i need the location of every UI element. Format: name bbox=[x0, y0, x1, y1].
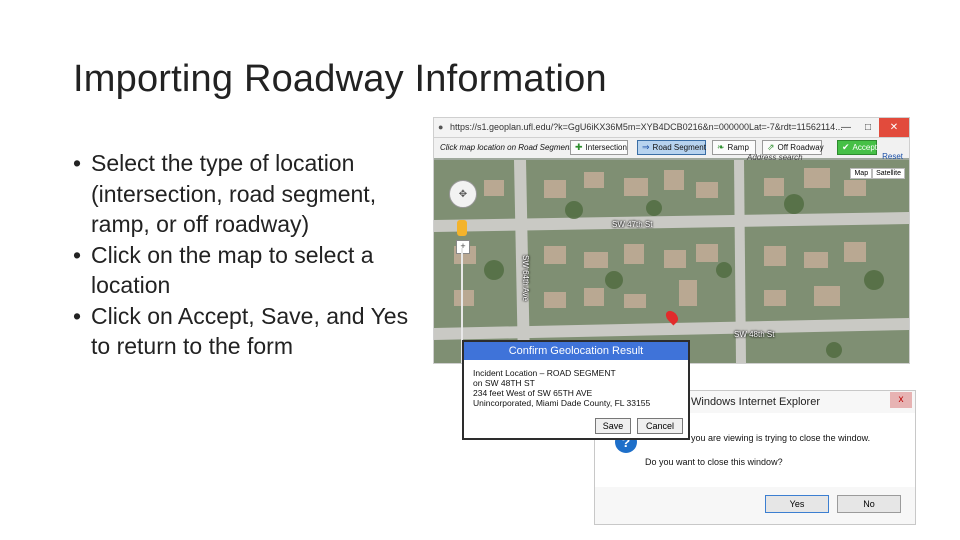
confirm-dialog-body: Incident Location – ROAD SEGMENT on SW 4… bbox=[473, 368, 650, 408]
road-segment-button[interactable]: ⇒ Road Segment bbox=[637, 140, 706, 155]
map-type-control: Map Satellite bbox=[850, 168, 905, 179]
save-button[interactable]: Save bbox=[595, 418, 631, 434]
ie-dialog-title: Windows Internet Explorer bbox=[691, 396, 820, 408]
reset-link[interactable]: Reset bbox=[882, 152, 903, 161]
street-label: SW 64th Ave bbox=[521, 255, 530, 302]
street-label: SW 47th St bbox=[612, 220, 653, 229]
browser-window: ● https://s1.geoplan.ufl.edu/?k=GgU6iKX3… bbox=[433, 117, 910, 364]
address-bar[interactable]: ● https://s1.geoplan.ufl.edu/?k=GgU6iKX3… bbox=[434, 118, 909, 138]
check-icon: ✔ bbox=[842, 142, 850, 152]
confirm-dialog-title: Confirm Geolocation Result bbox=[464, 342, 688, 360]
off-roadway-label: Off Roadway bbox=[777, 143, 824, 152]
url-text[interactable]: https://s1.geoplan.ufl.edu/?k=GgU6iKX36M… bbox=[450, 122, 843, 132]
toolbar-instruction: Click map location on Road Segment bbox=[440, 143, 572, 152]
address-search-input[interactable]: Address search bbox=[747, 153, 803, 162]
street-label: SW 48th St bbox=[734, 330, 775, 339]
jurisdiction-line: Unincorporated, Miami Dade County, FL 33… bbox=[473, 398, 651, 408]
bullet-item: Click on the map to select a location bbox=[73, 240, 418, 301]
ramp-icon: ❧ bbox=[717, 142, 725, 152]
street-line: on SW 48TH ST bbox=[473, 378, 535, 388]
offset-line: 234 feet West of SW 65TH AVE bbox=[473, 388, 593, 398]
road-segment-label: Road Segment bbox=[652, 143, 706, 152]
close-icon[interactable]: ✕ bbox=[879, 118, 909, 137]
confirm-geolocation-dialog: Confirm Geolocation Result Incident Loca… bbox=[462, 340, 690, 440]
no-button[interactable]: No bbox=[837, 495, 901, 513]
bullet-item: Click on Accept, Save, and Yes to return… bbox=[73, 301, 418, 362]
maximize-icon[interactable]: □ bbox=[857, 118, 879, 137]
ie-dialog-message: you are viewing is trying to close the w… bbox=[691, 433, 871, 443]
lock-icon: ● bbox=[438, 122, 444, 132]
incident-location-line: Incident Location – ROAD SEGMENT bbox=[473, 368, 616, 378]
slide-title: Importing Roadway Information bbox=[73, 58, 607, 100]
yes-button[interactable]: Yes bbox=[765, 495, 829, 513]
minimize-icon[interactable]: — bbox=[835, 118, 857, 137]
map-type-map-button[interactable]: Map bbox=[850, 168, 873, 179]
cancel-button[interactable]: Cancel bbox=[637, 418, 683, 434]
arrow-right-icon: ⇒ bbox=[642, 142, 650, 152]
off-roadway-icon: ⇗ bbox=[767, 142, 775, 152]
accept-button[interactable]: ✔ Accept bbox=[837, 140, 877, 155]
map-imagery bbox=[434, 160, 909, 363]
bullet-item: Select the type of location (intersectio… bbox=[73, 148, 418, 240]
ie-dialog-question: Do you want to close this window? bbox=[645, 457, 783, 467]
map-type-satellite-button[interactable]: Satellite bbox=[872, 168, 905, 179]
intersection-button[interactable]: ✚ Intersection bbox=[570, 140, 628, 155]
close-icon[interactable]: x bbox=[890, 392, 912, 408]
pan-control-icon[interactable]: ✥ bbox=[449, 180, 477, 208]
intersection-label: Intersection bbox=[585, 143, 627, 152]
ramp-label: Ramp bbox=[727, 143, 749, 152]
bullet-list: Select the type of location (intersectio… bbox=[73, 148, 418, 362]
accept-label: Accept bbox=[852, 143, 878, 152]
intersection-icon: ✚ bbox=[575, 142, 583, 152]
satellite-map[interactable]: SW 47th St SW 48th St SW 64th Ave ✥ + bbox=[434, 160, 909, 363]
location-toolbar: Click map location on Road Segment ✚ Int… bbox=[434, 138, 909, 158]
window-controls: — □ ✕ bbox=[835, 118, 909, 137]
